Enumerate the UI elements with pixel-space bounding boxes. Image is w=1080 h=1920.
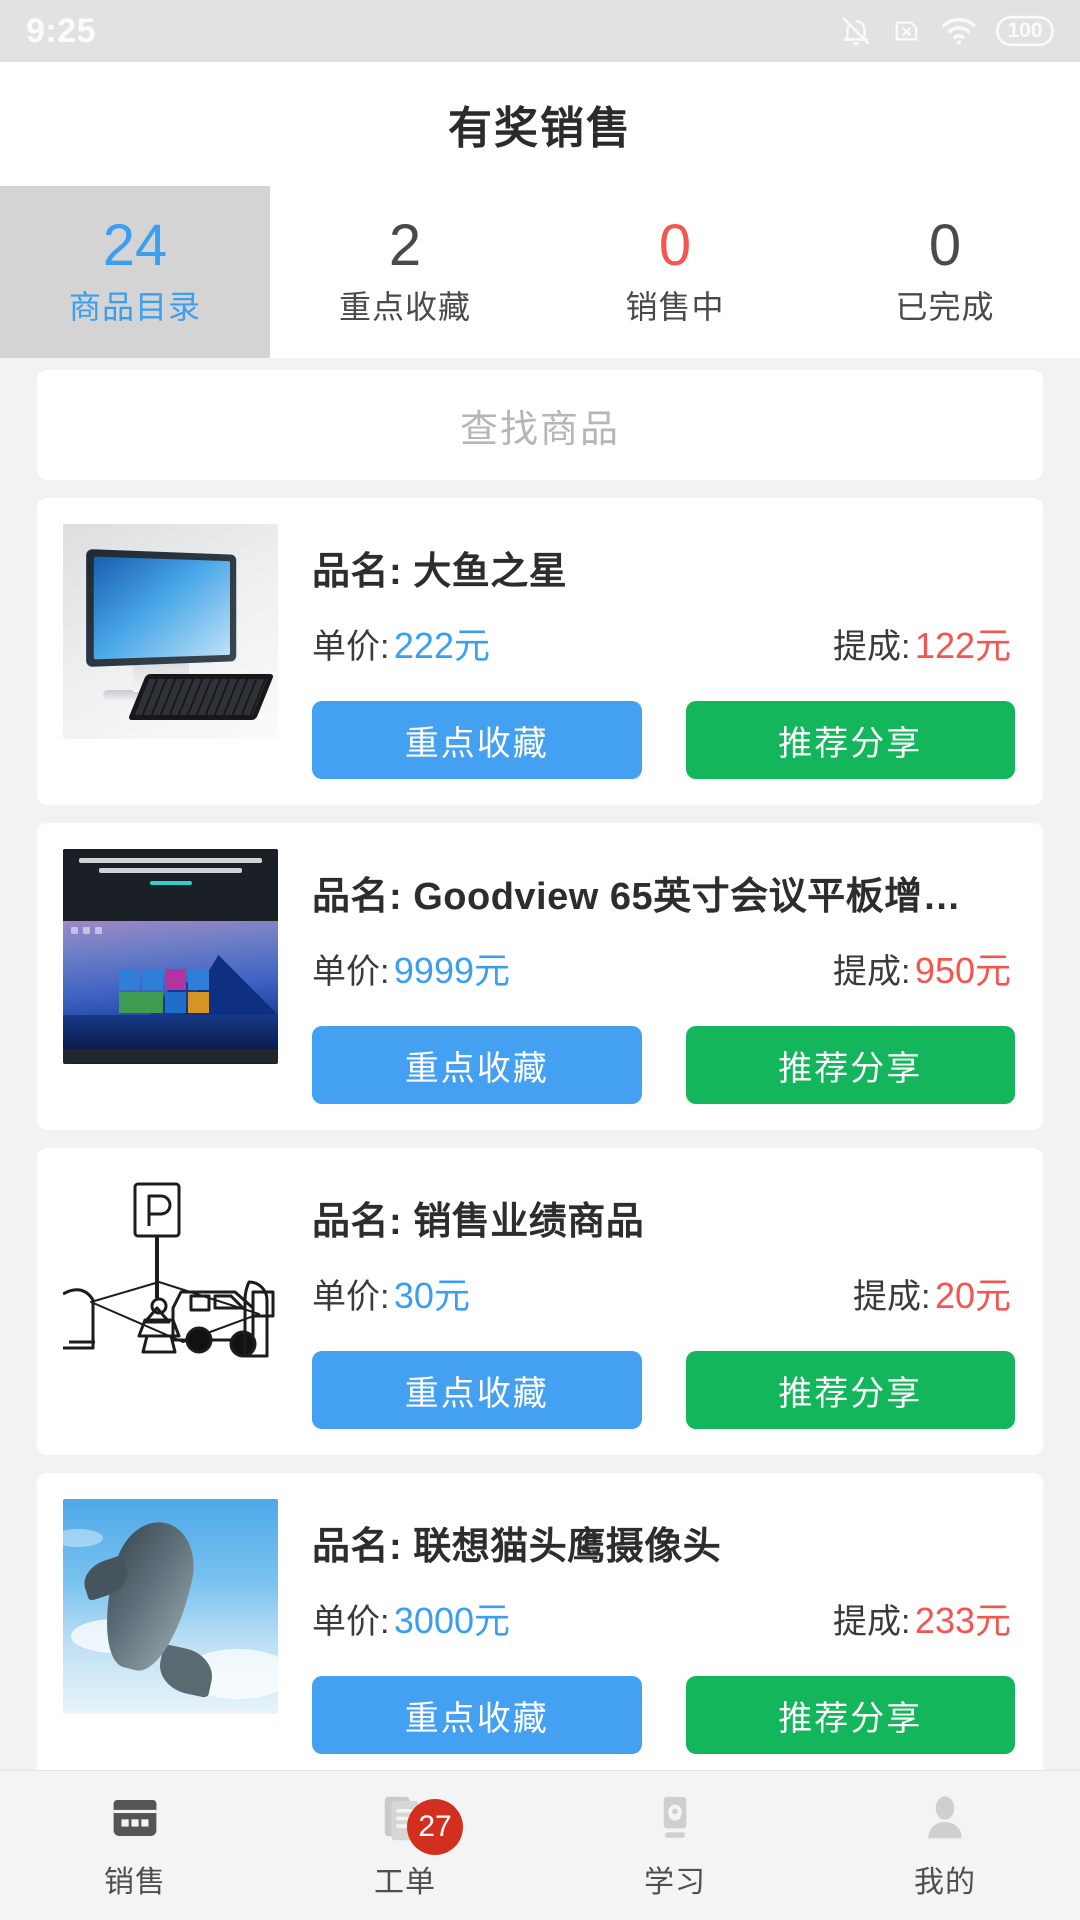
- study-icon: [648, 1791, 702, 1845]
- profile-icon: [918, 1791, 972, 1845]
- tab-count: 2: [388, 212, 422, 278]
- favorite-button[interactable]: 重点收藏: [312, 1676, 642, 1754]
- product-price: 222元: [393, 625, 490, 666]
- share-button[interactable]: 推荐分享: [685, 1351, 1015, 1429]
- bottom-navigation: 销售 27 工单 学习 我的: [0, 1770, 1080, 1920]
- nav-label: 销售: [104, 1865, 166, 1899]
- bell-mute-icon: [839, 13, 873, 49]
- parking-line-art-icon: [63, 1182, 275, 1358]
- product-card[interactable]: 品名: 联想猫头鹰摄像头 单价: 3000元 提成: 233元 重点收藏 推荐分…: [37, 1473, 1043, 1780]
- share-button[interactable]: 推荐分享: [685, 1676, 1015, 1754]
- product-commission: 122元: [914, 625, 1011, 666]
- product-name: 品名: 联想猫头鹰摄像头: [312, 1526, 722, 1568]
- share-button[interactable]: 推荐分享: [685, 1026, 1015, 1104]
- product-price-line: 单价: 222元: [312, 617, 490, 669]
- favorite-button[interactable]: 重点收藏: [312, 1351, 642, 1429]
- tab-label: 商品目录: [68, 289, 201, 326]
- product-thumbnail: [63, 1499, 278, 1714]
- product-name: 品名: Goodview 65英寸会议平板增…: [312, 876, 962, 918]
- tab-count: 0: [658, 212, 692, 278]
- nav-label: 工单: [374, 1865, 436, 1899]
- price-label: 单价:: [312, 628, 390, 666]
- product-list-scroll[interactable]: 查找商品 品名: 大鱼之星 单价: 222元 提成: 122元 重点收藏 推荐分…: [0, 358, 1080, 1840]
- nav-label: 学习: [644, 1865, 706, 1899]
- product-price: 3000元: [393, 1600, 510, 1641]
- nav-item-profile[interactable]: 我的: [810, 1771, 1080, 1920]
- price-label: 单价:: [312, 953, 390, 991]
- product-card[interactable]: 品名: 销售业绩商品 单价: 30元 提成: 20元 重点收藏 推荐分享: [37, 1148, 1043, 1455]
- product-thumbnail: [63, 1174, 278, 1389]
- search-input[interactable]: 查找商品: [460, 398, 620, 453]
- tab-count: 24: [102, 212, 168, 278]
- share-button[interactable]: 推荐分享: [685, 701, 1015, 779]
- commission-label: 提成:: [833, 953, 911, 991]
- commission-label: 提成:: [853, 1278, 931, 1316]
- commission-label: 提成:: [833, 1603, 911, 1641]
- page-title: 有奖销售: [448, 104, 632, 153]
- nav-item-study[interactable]: 学习: [540, 1771, 810, 1920]
- nav-item-work-order[interactable]: 27 工单: [270, 1771, 540, 1920]
- product-price-line: 单价: 30元: [312, 1267, 470, 1319]
- product-commission: 233元: [914, 1600, 1011, 1641]
- product-commission: 20元: [934, 1275, 1011, 1316]
- nav-label: 我的: [914, 1865, 976, 1899]
- phone-screen: 9:25 100 有奖销售 24 商品目录 2 重点收藏 0 销售中 0 已完成…: [0, 0, 1080, 1920]
- product-card[interactable]: 品名: 大鱼之星 单价: 222元 提成: 122元 重点收藏 推荐分享: [37, 498, 1043, 805]
- tab-label: 销售中: [625, 289, 725, 326]
- wifi-icon: [940, 15, 978, 47]
- product-name: 品名: 大鱼之星: [312, 551, 568, 593]
- product-price-line: 单价: 3000元: [312, 1592, 510, 1644]
- work-order-badge: 27: [407, 1799, 463, 1855]
- tab-label: 已完成: [895, 289, 995, 326]
- commission-label: 提成:: [833, 628, 911, 666]
- tab-product-catalog[interactable]: 24 商品目录: [0, 186, 270, 358]
- sim-x-icon: [891, 14, 922, 48]
- status-time: 9:25: [26, 11, 97, 50]
- battery-icon: 100: [996, 15, 1054, 47]
- price-label: 单价:: [312, 1603, 390, 1641]
- battery-level: 100: [1007, 19, 1043, 42]
- product-name: 品名: 销售业绩商品: [312, 1201, 645, 1243]
- product-commission-line: 提成: 122元: [833, 617, 1011, 669]
- product-commission: 950元: [914, 950, 1011, 991]
- search-bar[interactable]: 查找商品: [37, 370, 1043, 480]
- tab-completed[interactable]: 0 已完成: [810, 186, 1080, 358]
- nav-item-sales[interactable]: 销售: [0, 1771, 270, 1920]
- tab-label: 重点收藏: [338, 289, 471, 326]
- status-icon-group: 100: [839, 13, 1054, 49]
- title-bar: 有奖销售: [0, 62, 1080, 186]
- product-commission-line: 提成: 233元: [833, 1592, 1011, 1644]
- tab-count: 0: [928, 212, 962, 278]
- stats-tab-row: 24 商品目录 2 重点收藏 0 销售中 0 已完成: [0, 186, 1080, 358]
- favorite-button[interactable]: 重点收藏: [312, 1026, 642, 1104]
- product-commission-line: 提成: 20元: [853, 1267, 1011, 1319]
- product-price: 9999元: [393, 950, 510, 991]
- product-price-line: 单价: 9999元: [312, 942, 510, 994]
- price-label: 单价:: [312, 1278, 390, 1316]
- favorite-button[interactable]: 重点收藏: [312, 701, 642, 779]
- product-thumbnail: [63, 849, 278, 1064]
- product-thumbnail: [63, 524, 278, 739]
- product-price: 30元: [393, 1275, 470, 1316]
- sales-card-icon: [108, 1791, 162, 1845]
- product-commission-line: 提成: 950元: [833, 942, 1011, 994]
- tab-favorites[interactable]: 2 重点收藏: [270, 186, 540, 358]
- product-card[interactable]: 品名: Goodview 65英寸会议平板增… 单价: 9999元 提成: 95…: [37, 823, 1043, 1130]
- status-bar: 9:25 100: [0, 0, 1080, 62]
- tab-in-sale[interactable]: 0 销售中: [540, 186, 810, 358]
